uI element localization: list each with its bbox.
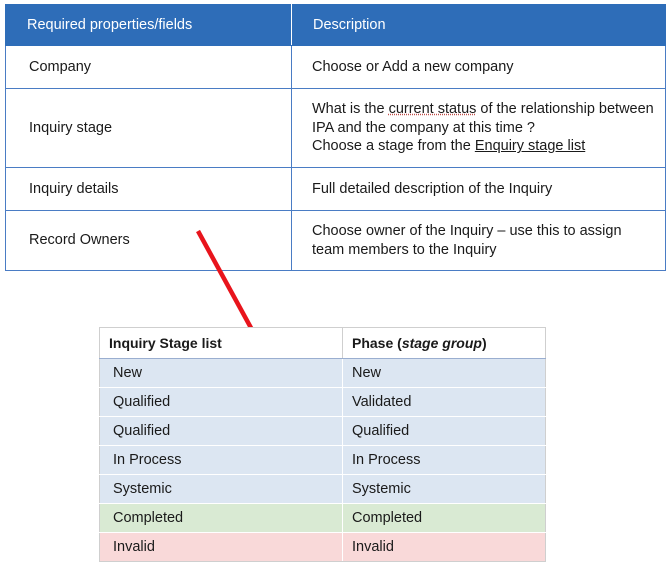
field-name: Record Owners <box>5 210 292 271</box>
table-row: Completed Completed <box>99 503 546 533</box>
stage-cell: In Process <box>99 445 343 475</box>
table-row: In Process In Process <box>99 445 546 475</box>
enquiry-stage-list-link[interactable]: Enquiry stage list <box>475 138 585 154</box>
field-description: Choose owner of the Inquiry – use this t… <box>291 210 666 271</box>
table-row: Inquiry details Full detailed descriptio… <box>5 167 666 211</box>
desc-text: Choose a stage from the <box>312 138 475 155</box>
inquiry-stage-table: Inquiry Stage list Phase (stage group) N… <box>99 327 546 562</box>
phase-cell: Completed <box>342 503 546 533</box>
header-required-properties: Required properties/fields <box>5 4 292 46</box>
header-phase-italic: stage group <box>401 335 482 351</box>
table-row: Systemic Systemic <box>99 474 546 504</box>
header-phase: Phase (stage group) <box>342 327 546 359</box>
table-row: Record Owners Choose owner of the Inquir… <box>5 210 666 271</box>
stage-cell: Systemic <box>99 474 343 504</box>
required-table-header-row: Required properties/fields Description <box>5 4 666 46</box>
table-row: New New <box>99 358 546 388</box>
stage-cell: Completed <box>99 503 343 533</box>
required-fields-table: Required properties/fields Description C… <box>5 4 666 271</box>
table-row: Qualified Validated <box>99 387 546 417</box>
field-description: Choose or Add a new company <box>291 45 666 89</box>
stage-cell: Invalid <box>99 532 343 562</box>
table-row: Inquiry stage What is the current status… <box>5 88 666 168</box>
field-name: Inquiry stage <box>5 88 292 168</box>
field-description: What is the current status of the relati… <box>291 88 666 168</box>
stage-table-header-row: Inquiry Stage list Phase (stage group) <box>99 327 546 359</box>
phase-cell: Systemic <box>342 474 546 504</box>
field-name: Inquiry details <box>5 167 292 211</box>
header-phase-suffix: ) <box>481 335 487 351</box>
header-description: Description <box>291 4 666 46</box>
table-row: Company Choose or Add a new company <box>5 45 666 89</box>
phase-cell: Validated <box>342 387 546 417</box>
stage-cell: Qualified <box>99 416 343 446</box>
phase-cell: New <box>342 358 546 388</box>
table-row: Invalid Invalid <box>99 532 546 562</box>
header-stage-list: Inquiry Stage list <box>99 327 343 359</box>
header-phase-prefix: Phase ( <box>352 335 402 351</box>
field-name: Company <box>5 45 292 89</box>
spellcheck-underlined-text: current status <box>388 101 477 118</box>
phase-cell: Qualified <box>342 416 546 446</box>
table-row: Qualified Qualified <box>99 416 546 446</box>
stage-table-body: New New Qualified Validated Qualified Qualifi… <box>99 358 546 562</box>
field-description: Full detailed description of the Inquiry <box>291 167 666 211</box>
stage-cell: Qualified <box>99 387 343 417</box>
desc-text: What is the <box>312 101 389 118</box>
phase-cell: In Process <box>342 445 546 475</box>
phase-cell: Invalid <box>342 532 546 562</box>
stage-cell: New <box>99 358 343 388</box>
